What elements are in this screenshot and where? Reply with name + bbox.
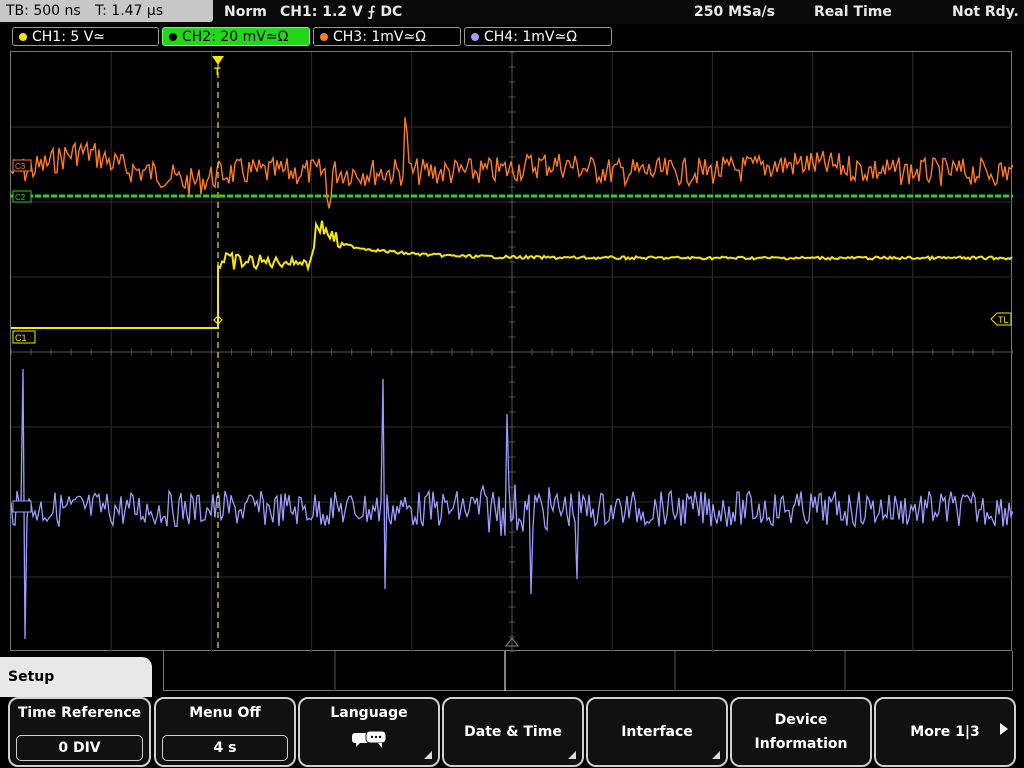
channel-4-label: CH4: 1mV≃Ω xyxy=(484,29,577,45)
waveform-svg: T C3 C2 C1 TL xyxy=(11,52,1013,652)
channel-4-dot-icon xyxy=(471,33,479,41)
channel-1-tab[interactable]: CH1: 5 V≃ xyxy=(12,27,159,46)
channel-3-marker-label: C3 xyxy=(15,162,26,171)
time-reference-softkey[interactable]: Time Reference 0 DIV xyxy=(8,697,151,767)
trigger-status: Not Rdy. xyxy=(952,4,1019,20)
more-label: More 1|3 xyxy=(910,724,980,740)
channel-4-marker[interactable] xyxy=(12,500,32,513)
language-label: Language xyxy=(330,705,408,721)
channel-2-tab[interactable]: CH2: 20 mV≃Ω xyxy=(162,27,310,46)
channel-1-dot-icon xyxy=(19,33,27,41)
interface-softkey[interactable]: Interface xyxy=(586,697,728,767)
sample-rate: 250 MSa/s xyxy=(694,4,776,20)
top-status-bar: TB: 500 ns T: 1.47 µs Norm CH1: 1.2 V ⨍ … xyxy=(0,0,1024,24)
more-softkey[interactable]: More 1|3 xyxy=(874,697,1016,767)
horizontal-overview xyxy=(163,651,1013,691)
date-time-label: Date & Time xyxy=(464,724,562,740)
overview-svg xyxy=(334,651,846,691)
speech-bubbles-icon xyxy=(352,730,387,748)
time-reference-value: 0 DIV xyxy=(16,735,143,761)
trigger-level-label: TL xyxy=(998,315,1009,325)
channel-2-label: CH2: 20 mV≃Ω xyxy=(182,29,289,45)
channel-2-dot-icon xyxy=(169,33,177,41)
submenu-indicator-icon xyxy=(568,751,576,759)
menu-off-label: Menu Off xyxy=(189,705,261,721)
timebase-box[interactable]: TB: 500 ns T: 1.47 µs xyxy=(0,0,213,22)
channel-4-tab[interactable]: CH4: 1mV≃Ω xyxy=(464,27,612,46)
channel-3-dot-icon xyxy=(320,33,328,41)
trigger-mode[interactable]: Norm xyxy=(224,2,267,22)
trigger-info[interactable]: CH1: 1.2 V ⨍ DC xyxy=(280,2,402,22)
next-page-arrow-icon xyxy=(1000,723,1008,735)
acquisition-mode: Real Time xyxy=(814,4,892,20)
trigger-position-label: T xyxy=(214,66,221,78)
timebase-value: TB: 500 ns xyxy=(6,3,81,19)
device-information-label-2: Information xyxy=(754,736,848,752)
menu-off-value: 4 s xyxy=(162,735,288,761)
submenu-indicator-icon xyxy=(712,751,720,759)
channel-1-marker-label: C1 xyxy=(15,333,27,343)
channel-3-label: CH3: 1mV≃Ω xyxy=(333,29,426,45)
channel-1-label: CH1: 5 V≃ xyxy=(32,29,106,45)
channel-3-tab[interactable]: CH3: 1mV≃Ω xyxy=(313,27,461,46)
device-information-label-1: Device xyxy=(774,712,828,728)
language-softkey[interactable]: Language xyxy=(298,697,440,767)
channel-bar: CH1: 5 V≃ CH2: 20 mV≃Ω CH3: 1mV≃Ω CH4: 1… xyxy=(0,26,1024,48)
interface-label: Interface xyxy=(621,724,693,740)
device-information-softkey[interactable]: Device Information xyxy=(730,697,872,767)
channel-2-marker-label: C2 xyxy=(15,193,26,202)
grid-lines xyxy=(11,52,1013,652)
time-reference-label: Time Reference xyxy=(17,705,142,721)
menu-title-tab: Setup xyxy=(0,657,152,697)
trigger-position-marker-icon[interactable] xyxy=(212,56,224,65)
submenu-indicator-icon xyxy=(424,751,432,759)
date-time-softkey[interactable]: Date & Time xyxy=(442,697,584,767)
menu-off-softkey[interactable]: Menu Off 4 s xyxy=(154,697,296,767)
trigger-time-value: T: 1.47 µs xyxy=(95,3,164,19)
waveform-display[interactable]: T C3 C2 C1 TL xyxy=(10,51,1013,652)
